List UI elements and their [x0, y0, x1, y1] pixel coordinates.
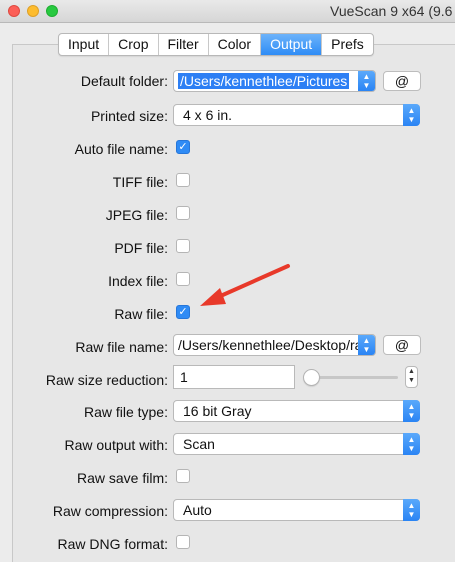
index-file-checkbox[interactable] — [176, 272, 190, 286]
raw-file-checkbox[interactable]: ✓ — [176, 305, 190, 319]
tab-color[interactable]: Color — [209, 34, 262, 55]
raw-file-name-combo[interactable]: /Users/kennethlee/Desktop/ra ▲ ▼ — [173, 334, 376, 356]
raw-size-reduction-input[interactable]: 1 — [173, 365, 295, 389]
tab-filter[interactable]: Filter — [159, 34, 209, 55]
raw-output-with-value: Scan — [183, 436, 215, 452]
auto-file-name-checkbox[interactable]: ✓ — [176, 140, 190, 154]
default-folder-label: Default folder: — [80, 73, 168, 89]
raw-size-reduction-stepper[interactable]: ▲ ▼ — [405, 366, 418, 388]
raw-save-film-checkbox[interactable] — [176, 469, 190, 483]
raw-file-label: Raw file: — [114, 306, 168, 322]
raw-dng-format-checkbox[interactable] — [176, 535, 190, 549]
default-folder-browse-button[interactable]: @ — [383, 71, 421, 91]
jpeg-file-checkbox[interactable] — [176, 206, 190, 220]
raw-file-type-label: Raw file type: — [83, 404, 168, 420]
raw-file-name-label: Raw file name: — [75, 339, 168, 355]
raw-size-reduction-slider-track[interactable] — [312, 376, 398, 379]
printed-size-value: 4 x 6 in. — [183, 107, 233, 123]
annotation-arrow-icon — [200, 264, 290, 306]
raw-save-film-label: Raw save film: — [76, 470, 168, 486]
chevron-updown-icon: ▲ ▼ — [403, 104, 420, 126]
tiff-file-checkbox[interactable] — [176, 173, 190, 187]
zoom-window-button[interactable] — [46, 5, 58, 17]
raw-size-reduction-slider-knob[interactable] — [303, 369, 320, 386]
chevron-updown-icon[interactable]: ▲ ▼ — [358, 335, 375, 355]
chevron-updown-icon: ▲ ▼ — [403, 499, 420, 521]
title-bar: VueScan 9 x64 (9.6 — [0, 0, 455, 23]
raw-file-type-value: 16 bit Gray — [183, 403, 252, 419]
tab-output[interactable]: Output — [261, 34, 323, 55]
pdf-file-label: PDF file: — [114, 240, 168, 256]
raw-dng-format-label: Raw DNG format: — [57, 536, 168, 552]
default-folder-combo[interactable]: /Users/kennethlee/Pictures ▲ ▼ — [173, 70, 376, 92]
raw-compression-label: Raw compression: — [52, 503, 168, 519]
raw-file-type-select[interactable]: 16 bit Gray ▲ ▼ — [173, 400, 420, 422]
default-folder-value[interactable]: /Users/kennethlee/Pictures — [178, 73, 350, 89]
tab-crop[interactable]: Crop — [109, 34, 159, 55]
raw-size-reduction-label: Raw size reduction: — [45, 372, 168, 388]
index-file-label: Index file: — [108, 273, 168, 289]
pdf-file-checkbox[interactable] — [176, 239, 190, 253]
printed-size-select[interactable]: 4 x 6 in. ▲ ▼ — [173, 104, 420, 126]
raw-compression-select[interactable]: Auto ▲ ▼ — [173, 499, 420, 521]
tab-prefs[interactable]: Prefs — [322, 34, 373, 55]
raw-output-with-label: Raw output with: — [64, 437, 169, 453]
printed-size-label: Printed size: — [90, 108, 168, 124]
tiff-file-label: TIFF file: — [112, 174, 168, 190]
jpeg-file-label: JPEG file: — [105, 207, 168, 223]
close-window-button[interactable] — [8, 5, 20, 17]
raw-size-reduction-value[interactable]: 1 — [180, 369, 188, 385]
chevron-updown-icon[interactable]: ▲ ▼ — [358, 71, 375, 91]
window-title: VueScan 9 x64 (9.6 — [330, 3, 453, 19]
raw-output-with-select[interactable]: Scan ▲ ▼ — [173, 433, 420, 455]
tab-input[interactable]: Input — [59, 34, 110, 55]
auto-file-name-label: Auto file name: — [74, 141, 168, 157]
raw-file-name-browse-button[interactable]: @ — [383, 335, 421, 355]
tab-bar: Input Crop Filter Color Output Prefs — [58, 33, 374, 56]
chevron-updown-icon: ▲ ▼ — [403, 433, 420, 455]
raw-file-name-value[interactable]: /Users/kennethlee/Desktop/ra — [178, 337, 362, 353]
minimize-window-button[interactable] — [27, 5, 39, 17]
raw-compression-value: Auto — [183, 502, 212, 518]
chevron-updown-icon: ▲ ▼ — [403, 400, 420, 422]
